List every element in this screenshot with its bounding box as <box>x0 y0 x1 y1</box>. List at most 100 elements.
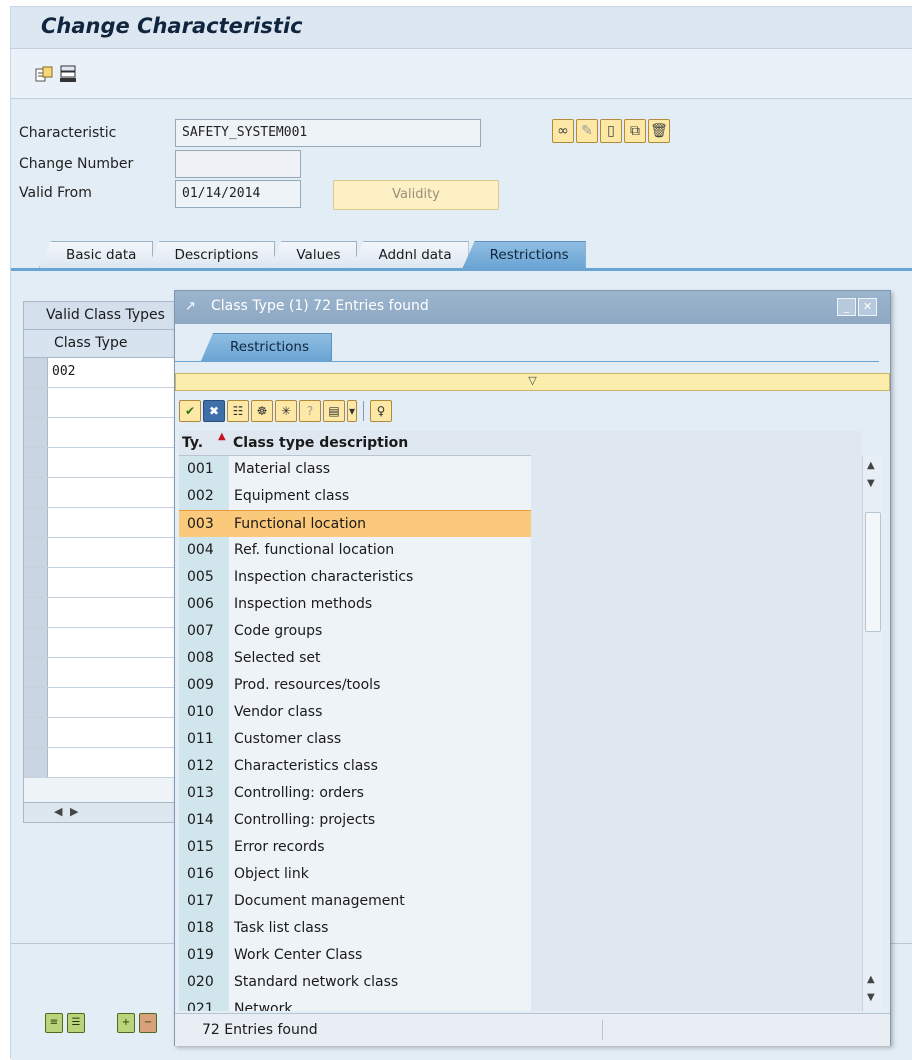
dialog-icon: ↗ <box>185 299 196 314</box>
tab-restrictions[interactable]: Restrictions <box>462 241 586 268</box>
list-item[interactable]: 010 Vendor class <box>179 699 531 726</box>
deselect-all-icon[interactable]: ☰ <box>67 1013 85 1033</box>
row-selector[interactable] <box>24 358 48 387</box>
tab-descriptions[interactable]: Descriptions <box>147 241 276 268</box>
column-header-type[interactable]: Ty. <box>182 435 203 451</box>
list-item[interactable]: 009 Prod. resources/tools <box>179 672 531 699</box>
class-type-list: Ty. ▲ Class type description 001 Material… <box>179 431 531 1011</box>
tab-addnl-data[interactable]: Addnl data <box>351 241 469 268</box>
minimize-icon[interactable]: _ <box>837 298 856 316</box>
list-item[interactable]: 021 Network <box>179 996 531 1011</box>
row-selector[interactable] <box>24 688 48 717</box>
list-item[interactable]: 004 Ref. functional location <box>179 537 531 564</box>
change-number-field[interactable] <box>175 150 301 178</box>
class-type-cell[interactable]: 002 <box>52 364 75 379</box>
characteristic-label: Characteristic <box>19 125 117 141</box>
list-item[interactable]: 002 Equipment class <box>179 483 531 510</box>
insert-row-icon[interactable]: + <box>117 1013 135 1033</box>
display-change-icon[interactable] <box>58 64 78 84</box>
row-selector[interactable] <box>24 628 48 657</box>
dialog-tabs: Restrictions <box>201 333 333 361</box>
list-item[interactable]: 017 Document management <box>179 888 531 915</box>
scroll-right-icon[interactable]: ▶ <box>70 805 78 818</box>
row-buttons: + − <box>117 1013 157 1033</box>
find-icon[interactable]: ☷ <box>227 400 249 422</box>
table-buttons: ≡ ☰ <box>45 1013 85 1033</box>
delete-row-icon[interactable]: − <box>139 1013 157 1033</box>
row-selector[interactable] <box>24 568 48 597</box>
select-all-icon[interactable]: ≡ <box>45 1013 63 1033</box>
tab-values[interactable]: Values <box>269 241 358 268</box>
sort-ascending-icon: ▲ <box>218 431 226 442</box>
list-item[interactable]: 014 Controlling: projects <box>179 807 531 834</box>
close-icon[interactable]: ✕ <box>858 298 877 316</box>
list-item[interactable]: 001 Material class <box>179 456 531 483</box>
list-item[interactable]: 008 Selected set <box>179 645 531 672</box>
row-selector[interactable] <box>24 478 48 507</box>
list-item[interactable]: 020 Standard network class <box>179 969 531 996</box>
header-toolbar: ∞ ✎ ▯ ⧉ 🗑 <box>552 119 670 145</box>
vertical-scrollbar[interactable]: ▲ ▼ ▲ ▼ <box>862 456 882 1011</box>
find-next-icon[interactable]: ☸ <box>251 400 273 422</box>
class-type-dialog: ↗ Class Type (1) 72 Entries found _ ✕ Re… <box>174 290 891 1046</box>
tab-basic-data[interactable]: Basic data <box>39 241 154 268</box>
list-item[interactable]: 016 Object link <box>179 861 531 888</box>
cancel-icon[interactable]: ✖ <box>203 400 225 422</box>
list-item[interactable]: 005 Inspection characteristics <box>179 564 531 591</box>
list-item[interactable]: 013 Controlling: orders <box>179 780 531 807</box>
print-icon[interactable]: ▤ <box>323 400 345 422</box>
expand-restrictions-icon[interactable]: ▽ <box>175 373 890 391</box>
column-header-description[interactable]: Class type description <box>233 435 408 451</box>
row-selector[interactable] <box>24 508 48 537</box>
list-item[interactable]: 018 Task list class <box>179 915 531 942</box>
filter-icon[interactable]: ✳ <box>275 400 297 422</box>
row-selector[interactable] <box>24 598 48 627</box>
scroll-left-icon[interactable]: ◀ <box>54 805 62 818</box>
valid-from-field[interactable]: 01/14/2014 <box>175 180 301 208</box>
where-used-icon[interactable]: ∞ <box>552 119 574 143</box>
tab-strip: Basic data Descriptions Values Addnl dat… <box>39 241 586 268</box>
list-item[interactable]: 007 Code groups <box>179 618 531 645</box>
tab-restrictions-dialog[interactable]: Restrictions <box>201 333 333 361</box>
row-selector[interactable] <box>24 388 48 417</box>
list-item-selected[interactable]: 003 Functional location <box>179 510 531 538</box>
copy-icon[interactable]: ⧉ <box>624 119 646 143</box>
application-toolbar <box>11 49 912 99</box>
create-icon[interactable]: ▯ <box>600 119 622 143</box>
dialog-toolbar: ✔ ✖ ☷ ☸ ✳ ? ▤ ▾ ♀ <box>179 399 392 423</box>
print-dropdown-icon[interactable]: ▾ <box>347 400 357 422</box>
row-selector[interactable] <box>24 418 48 447</box>
change-number-label: Change Number <box>19 156 134 172</box>
list-header: Ty. ▲ Class type description <box>179 431 531 456</box>
other-object-icon[interactable] <box>34 64 54 84</box>
list-item[interactable]: 015 Error records <box>179 834 531 861</box>
check-icon[interactable]: ✔ <box>179 400 201 422</box>
list-item[interactable]: 012 Characteristics class <box>179 753 531 780</box>
row-selector[interactable] <box>24 718 48 747</box>
characteristic-field[interactable]: SAFETY_SYSTEM001 <box>175 119 481 147</box>
row-selector[interactable] <box>24 658 48 687</box>
scroll-down-icon[interactable]: ▼ <box>867 992 875 1003</box>
clean-icon[interactable]: ♀ <box>370 400 392 422</box>
delete-icon[interactable]: 🗑 <box>648 119 670 143</box>
scroll-down-icon[interactable]: ▼ <box>867 478 875 489</box>
status-divider <box>602 1020 603 1040</box>
status-text: 72 Entries found <box>202 1022 318 1038</box>
list-item[interactable]: 019 Work Center Class <box>179 942 531 969</box>
row-selector[interactable] <box>24 538 48 567</box>
validity-button[interactable]: Validity <box>333 180 499 210</box>
help-icon: ? <box>299 400 321 422</box>
dialog-title-bar[interactable]: ↗ Class Type (1) 72 Entries found _ ✕ <box>175 291 890 324</box>
status-bar: 72 Entries found <box>175 1013 890 1046</box>
toolbar-separator <box>363 401 364 421</box>
change-icon[interactable]: ✎ <box>576 119 598 143</box>
dialog-title: Class Type (1) 72 Entries found <box>211 298 429 314</box>
scroll-up-icon[interactable]: ▲ <box>867 974 875 985</box>
row-selector[interactable] <box>24 448 48 477</box>
dialog-tab-underline <box>175 361 879 362</box>
list-item[interactable]: 011 Customer class <box>179 726 531 753</box>
scrollbar-thumb[interactable] <box>865 512 881 632</box>
scroll-up-icon[interactable]: ▲ <box>867 460 875 471</box>
row-selector[interactable] <box>24 748 48 777</box>
list-item[interactable]: 006 Inspection methods <box>179 591 531 618</box>
